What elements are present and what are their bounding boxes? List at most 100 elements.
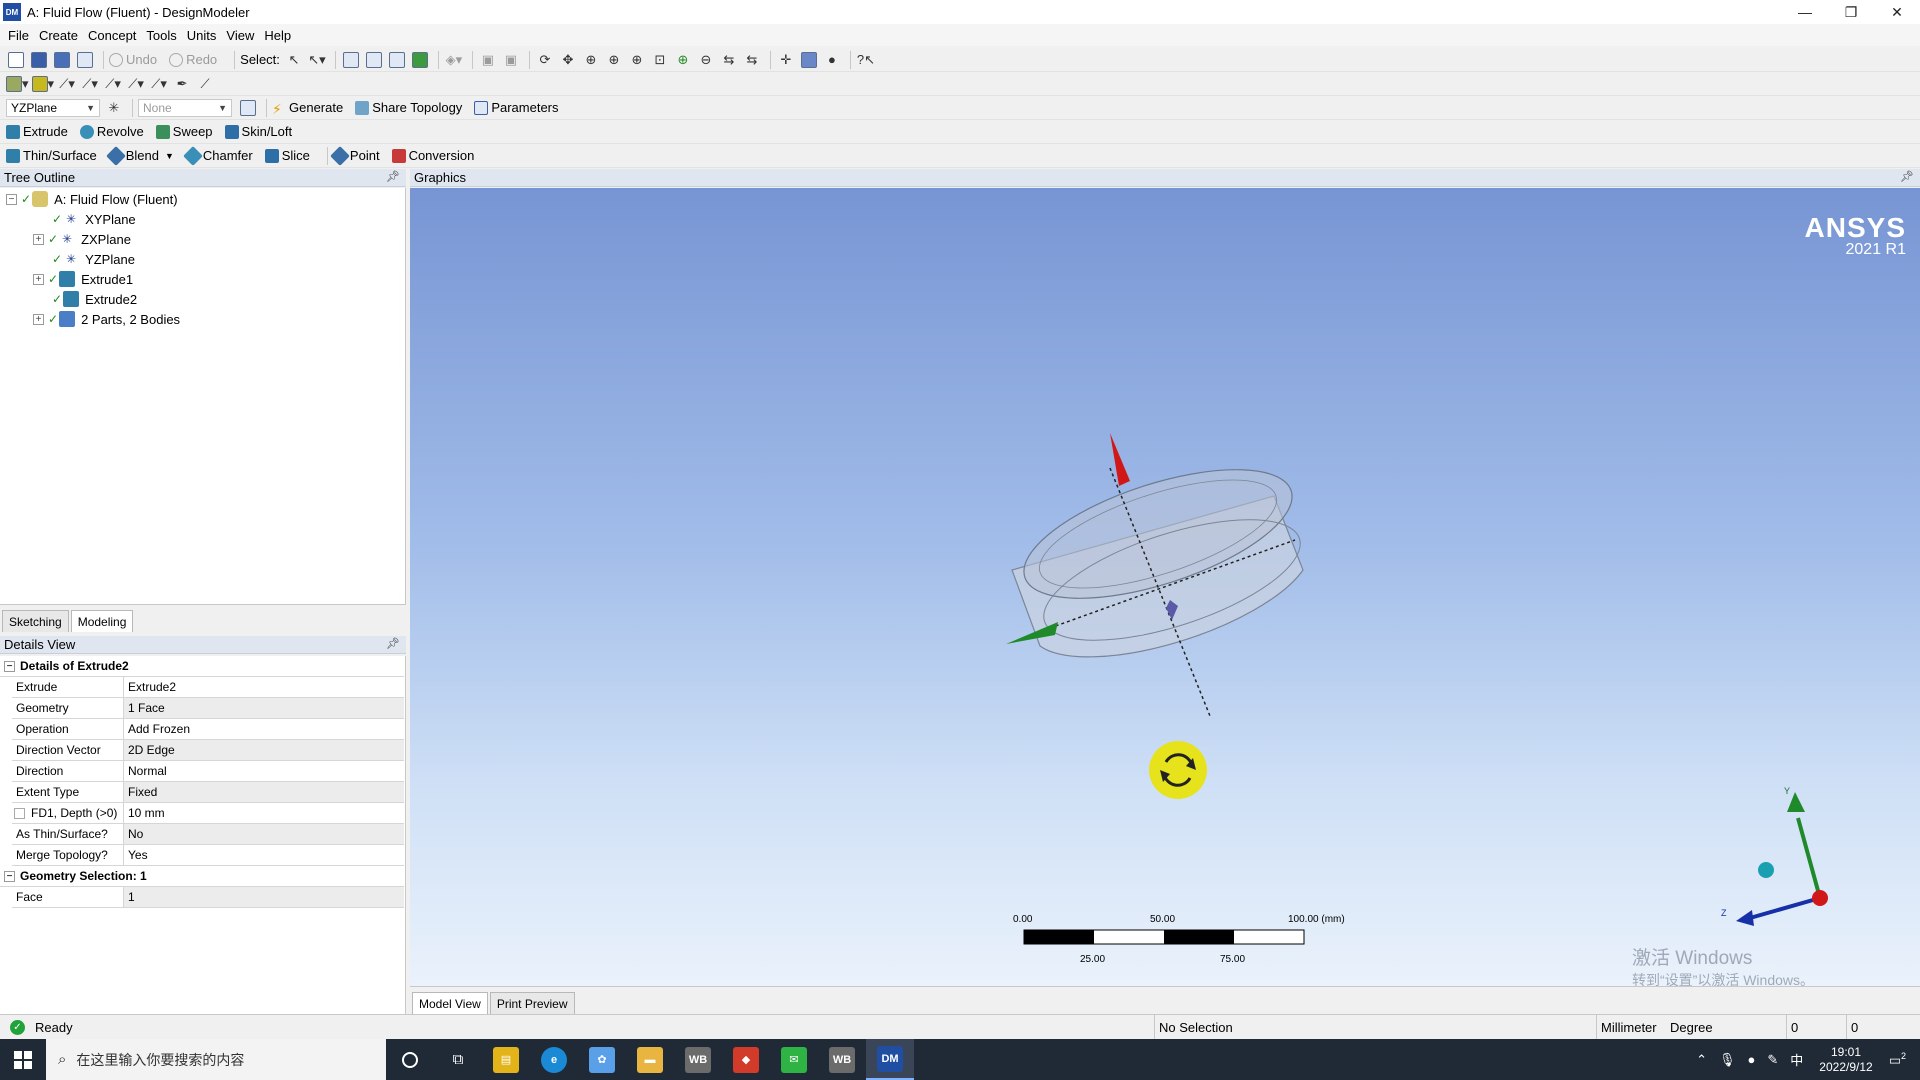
slice-button[interactable]: Slice bbox=[264, 148, 310, 163]
zoom-to-fit-icon[interactable]: ⊡ bbox=[650, 50, 670, 70]
menu-concept[interactable]: Concept bbox=[88, 28, 136, 43]
network-icon[interactable]: ● bbox=[1748, 1052, 1756, 1067]
whats-this-icon[interactable]: ?↖ bbox=[856, 50, 876, 70]
details-group-extrude2[interactable]: − Details of Extrude2 bbox=[0, 656, 404, 677]
undo-button[interactable]: Undo bbox=[109, 52, 157, 67]
detail-row-geometry[interactable]: Geometry 1 Face bbox=[12, 698, 404, 719]
taskbar-app-office[interactable]: ◆ bbox=[722, 1039, 770, 1080]
taskbar-clock[interactable]: 19:01 2022/9/12 bbox=[1819, 1045, 1872, 1075]
collapse-icon[interactable]: − bbox=[4, 870, 15, 882]
new-sketch-icon[interactable] bbox=[238, 98, 258, 118]
detail-row-depth[interactable]: FD1, Depth (>0) 10 mm bbox=[12, 803, 404, 824]
menu-tools[interactable]: Tools bbox=[146, 28, 176, 43]
input-method-indicator[interactable]: 中 bbox=[1790, 1050, 1803, 1069]
detail-row-operation[interactable]: Operation Add Frozen bbox=[12, 719, 404, 740]
shaded-display-icon[interactable]: ▾ bbox=[6, 74, 29, 94]
status-length-unit[interactable]: Millimeter bbox=[1596, 1015, 1666, 1039]
share-topology-button[interactable]: Share Topology bbox=[355, 100, 462, 115]
menu-file[interactable]: File bbox=[8, 28, 29, 43]
pin-icon[interactable]: 📌︎ bbox=[386, 637, 400, 650]
pin-icon[interactable]: 📌︎ bbox=[386, 170, 400, 183]
sketch-spline-icon[interactable]: ⟋▾ bbox=[126, 74, 146, 94]
select-faces-icon[interactable] bbox=[387, 50, 407, 70]
tree-item-yzplane[interactable]: ✓ ✳ YZPlane bbox=[52, 249, 135, 269]
sweep-button[interactable]: Sweep bbox=[155, 124, 213, 139]
taskbar-app-workbench-2[interactable]: WB bbox=[818, 1039, 866, 1080]
display-color-icon[interactable]: ▾ bbox=[31, 74, 54, 94]
taskbar-app-wechat[interactable]: ✉ bbox=[770, 1039, 818, 1080]
sketch-arc-icon[interactable]: ⟋▾ bbox=[80, 74, 100, 94]
tab-print-preview[interactable]: Print Preview bbox=[489, 992, 575, 1014]
new-plane-icon[interactable]: ✳ bbox=[104, 98, 124, 118]
detail-row-direction-vector[interactable]: Direction Vector 2D Edge bbox=[12, 740, 404, 761]
tree-item-zxplane[interactable]: + ✓ ✳ ZXPlane bbox=[33, 229, 131, 249]
taskbar-app-workbench-1[interactable]: WB bbox=[674, 1039, 722, 1080]
detail-row-thin-surface[interactable]: As Thin/Surface? No bbox=[12, 824, 404, 845]
detail-row-extrude[interactable]: Extrude Extrude2 bbox=[12, 677, 404, 698]
sketch-line-icon[interactable]: ⟋▾ bbox=[57, 74, 77, 94]
detail-row-direction[interactable]: Direction Normal bbox=[12, 761, 404, 782]
select-mode-icon[interactable]: ↖ bbox=[284, 50, 304, 70]
tree-item-xyplane[interactable]: ✓ ✳ XYPlane bbox=[52, 209, 136, 229]
windows-start-button[interactable] bbox=[0, 1039, 46, 1080]
tree-item-extrude1[interactable]: + ✓ Extrude1 bbox=[33, 269, 133, 289]
taskbar-app-photos[interactable]: ✿ bbox=[578, 1039, 626, 1080]
notification-icon[interactable]: ▭2 bbox=[1889, 1051, 1906, 1068]
zoom-fit-icon[interactable]: ⊕ bbox=[627, 50, 647, 70]
rotate-icon[interactable]: ⟳ bbox=[535, 50, 555, 70]
status-angle-unit[interactable]: Degree bbox=[1666, 1015, 1786, 1039]
details-group-geometry-selection[interactable]: − Geometry Selection: 1 bbox=[0, 866, 404, 887]
minimize-button[interactable]: — bbox=[1782, 0, 1828, 24]
cortana-button[interactable] bbox=[386, 1039, 434, 1080]
triad-view-icon[interactable]: ✛ bbox=[776, 50, 796, 70]
menu-help[interactable]: Help bbox=[264, 28, 291, 43]
next-view-icon[interactable]: ⇆ bbox=[742, 50, 762, 70]
previous-view-icon[interactable]: ⇆ bbox=[719, 50, 739, 70]
sketch-dimension-icon[interactable]: ⟋▾ bbox=[149, 74, 169, 94]
pan-icon[interactable]: ✥ bbox=[558, 50, 578, 70]
new-icon[interactable] bbox=[6, 50, 26, 70]
pen-icon[interactable]: ✎ bbox=[1767, 1052, 1778, 1068]
parameters-button[interactable]: Parameters bbox=[474, 100, 559, 115]
extrude-button[interactable]: Extrude bbox=[6, 124, 68, 139]
selection-box2-icon[interactable]: ▣ bbox=[501, 50, 521, 70]
menu-view[interactable]: View bbox=[226, 28, 254, 43]
redo-button[interactable]: Redo bbox=[169, 52, 217, 67]
export-icon[interactable] bbox=[52, 50, 72, 70]
generate-button[interactable]: ⚡ Generate bbox=[272, 100, 343, 117]
taskbar-app-files[interactable]: ▬ bbox=[626, 1039, 674, 1080]
chevron-up-icon[interactable]: ⌃ bbox=[1696, 1052, 1707, 1068]
revolve-button[interactable]: Revolve bbox=[79, 124, 144, 139]
tab-sketching[interactable]: Sketching bbox=[2, 610, 69, 632]
tree-item-parts[interactable]: + ✓ 2 Parts, 2 Bodies bbox=[33, 309, 180, 329]
taskbar-app-explorer[interactable]: ▤ bbox=[482, 1039, 530, 1080]
detail-row-merge-topology[interactable]: Merge Topology? Yes bbox=[12, 845, 404, 866]
magnifier-icon[interactable]: ⊕ bbox=[673, 50, 693, 70]
chamfer-button[interactable]: Chamfer bbox=[182, 145, 253, 166]
select-bodies-icon[interactable] bbox=[410, 50, 430, 70]
conversion-button[interactable]: Conversion bbox=[391, 148, 474, 163]
blend-button[interactable]: Blend ▼ bbox=[105, 145, 174, 166]
select-points-icon[interactable] bbox=[341, 50, 361, 70]
taskbar-app-edge[interactable]: e bbox=[530, 1039, 578, 1080]
graphics-viewport[interactable]: ANSYS 2021 R1 0.00 50.00 100.00 (mm) 25.… bbox=[410, 188, 1920, 986]
task-view-button[interactable]: ⧉ bbox=[434, 1039, 482, 1080]
menu-units[interactable]: Units bbox=[187, 28, 217, 43]
iso-view-icon[interactable] bbox=[799, 50, 819, 70]
tree-item-model[interactable]: − ✓ A: Fluid Flow (Fluent) bbox=[6, 189, 178, 209]
expand-icon[interactable]: + bbox=[33, 233, 44, 245]
sketch-constraint-icon[interactable]: ⟋ bbox=[195, 74, 215, 94]
selection-box-icon[interactable]: ▣ bbox=[478, 50, 498, 70]
menu-create[interactable]: Create bbox=[39, 28, 78, 43]
sketch-dropdown[interactable]: None ▼ bbox=[138, 98, 232, 117]
microphone-icon[interactable]: 🎙︎ bbox=[1719, 1052, 1736, 1068]
thin-surface-button[interactable]: Thin/Surface bbox=[6, 148, 97, 163]
detail-row-extent-type[interactable]: Extent Type Fixed bbox=[12, 782, 404, 803]
taskbar-search-box[interactable]: ⌕ 在这里输入你要搜索的内容 bbox=[46, 1039, 386, 1080]
tab-model-view[interactable]: Model View bbox=[412, 992, 488, 1014]
select-edges-icon[interactable] bbox=[364, 50, 384, 70]
collapse-icon[interactable]: − bbox=[4, 660, 15, 672]
zoom-icon[interactable]: ⊕ bbox=[581, 50, 601, 70]
zoom-out-icon[interactable]: ⊖ bbox=[696, 50, 716, 70]
restore-button[interactable]: ❐ bbox=[1828, 0, 1874, 24]
